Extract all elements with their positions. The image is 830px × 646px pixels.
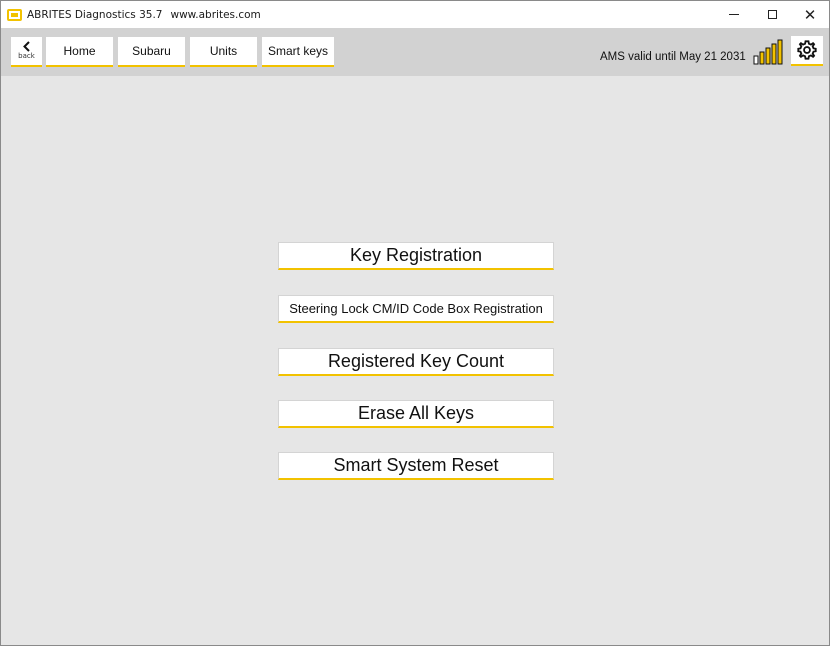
chevron-left-icon	[22, 41, 30, 52]
toolbar: back Home Subaru Units Smart keys AMS va…	[1, 28, 829, 76]
breadcrumb-subaru[interactable]: Subaru	[118, 37, 185, 67]
erase-all-keys-button[interactable]: Erase All Keys	[278, 400, 554, 428]
back-button[interactable]: back	[11, 37, 42, 67]
abrites-logo-icon	[7, 8, 22, 21]
window-title: ABRITES Diagnostics 35.7	[27, 8, 163, 21]
maximize-button[interactable]	[753, 1, 791, 28]
window-controls: ✕	[715, 1, 829, 28]
registered-key-count-button[interactable]: Registered Key Count	[278, 348, 554, 376]
minimize-icon	[729, 14, 739, 15]
breadcrumb-smart-keys[interactable]: Smart keys	[262, 37, 334, 67]
steering-lock-registration-button[interactable]: Steering Lock CM/ID Code Box Registratio…	[278, 295, 554, 323]
maximize-icon	[767, 10, 777, 19]
title-bar: ABRITES Diagnostics 35.7 www.abrites.com…	[1, 1, 829, 28]
settings-button[interactable]	[791, 36, 823, 66]
signal-strength-icon	[753, 39, 783, 65]
close-button[interactable]: ✕	[791, 1, 829, 28]
breadcrumb-units[interactable]: Units	[190, 37, 257, 67]
smart-system-reset-button[interactable]: Smart System Reset	[278, 452, 554, 480]
back-label: back	[18, 52, 35, 60]
app-window: ABRITES Diagnostics 35.7 www.abrites.com…	[0, 0, 830, 646]
ams-status: AMS valid until May 21 2031	[600, 51, 746, 63]
key-registration-button[interactable]: Key Registration	[278, 242, 554, 270]
minimize-button[interactable]	[715, 1, 753, 28]
close-icon: ✕	[803, 5, 817, 24]
gear-icon	[797, 40, 817, 60]
window-url: www.abrites.com	[170, 8, 261, 21]
breadcrumb-home[interactable]: Home	[46, 37, 113, 67]
